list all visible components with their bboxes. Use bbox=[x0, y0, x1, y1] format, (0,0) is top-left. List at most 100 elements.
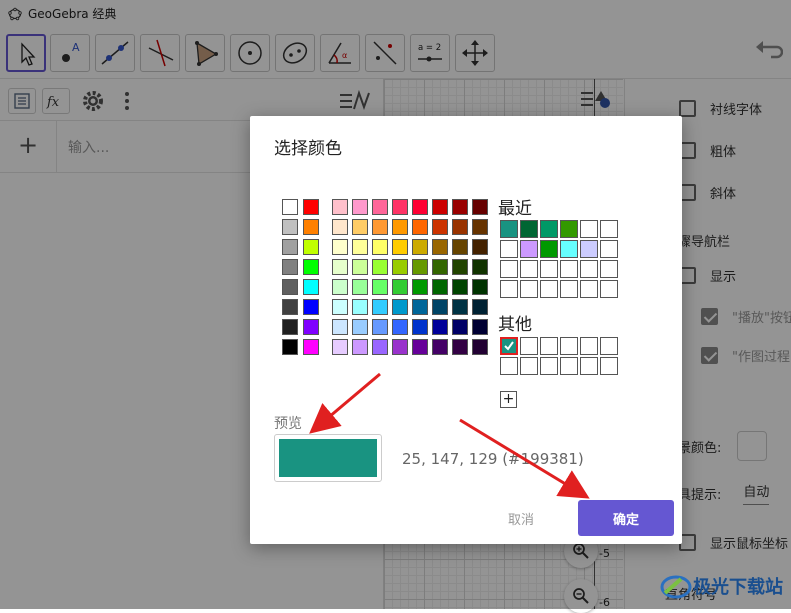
recent-color-cell[interactable] bbox=[600, 240, 618, 258]
color-swatch[interactable] bbox=[412, 199, 428, 215]
color-swatch[interactable] bbox=[452, 339, 468, 355]
color-swatch[interactable] bbox=[412, 259, 428, 275]
color-swatch[interactable] bbox=[372, 299, 388, 315]
color-swatch[interactable] bbox=[372, 239, 388, 255]
color-swatch[interactable] bbox=[352, 299, 368, 315]
color-swatch[interactable] bbox=[282, 299, 298, 315]
recent-color-cell[interactable] bbox=[560, 260, 578, 278]
color-swatch[interactable] bbox=[392, 299, 408, 315]
recent-color-cell[interactable] bbox=[560, 240, 578, 258]
color-swatch[interactable] bbox=[332, 199, 348, 215]
recent-color-cell[interactable] bbox=[600, 260, 618, 278]
color-swatch[interactable] bbox=[332, 219, 348, 235]
add-custom-color-button[interactable]: + bbox=[500, 391, 517, 408]
color-swatch[interactable] bbox=[472, 219, 488, 235]
recent-color-cell[interactable] bbox=[540, 260, 558, 278]
ok-button[interactable]: 确定 bbox=[578, 500, 674, 536]
color-swatch[interactable] bbox=[392, 259, 408, 275]
color-swatch[interactable] bbox=[472, 299, 488, 315]
other-color-cell[interactable] bbox=[540, 337, 558, 355]
color-swatch[interactable] bbox=[332, 259, 348, 275]
recent-color-cell[interactable] bbox=[600, 220, 618, 238]
color-swatch[interactable] bbox=[412, 239, 428, 255]
other-color-cell[interactable] bbox=[600, 337, 618, 355]
color-swatch[interactable] bbox=[303, 199, 319, 215]
color-swatch[interactable] bbox=[432, 299, 448, 315]
other-color-cell[interactable] bbox=[540, 357, 558, 375]
color-swatch[interactable] bbox=[282, 279, 298, 295]
other-color-cell[interactable] bbox=[560, 337, 578, 355]
color-swatch[interactable] bbox=[332, 239, 348, 255]
color-swatch[interactable] bbox=[472, 239, 488, 255]
color-swatch[interactable] bbox=[432, 239, 448, 255]
color-swatch[interactable] bbox=[452, 219, 468, 235]
color-swatch[interactable] bbox=[352, 199, 368, 215]
recent-color-cell[interactable] bbox=[500, 260, 518, 278]
cancel-button[interactable]: 取消 bbox=[502, 508, 540, 529]
color-swatch[interactable] bbox=[372, 259, 388, 275]
color-swatch[interactable] bbox=[332, 299, 348, 315]
color-swatch[interactable] bbox=[432, 319, 448, 335]
color-swatch[interactable] bbox=[392, 339, 408, 355]
recent-color-cell[interactable] bbox=[500, 280, 518, 298]
color-swatch[interactable] bbox=[332, 339, 348, 355]
color-swatch[interactable] bbox=[392, 319, 408, 335]
color-swatch[interactable] bbox=[282, 339, 298, 355]
color-swatch[interactable] bbox=[412, 299, 428, 315]
recent-color-cell[interactable] bbox=[520, 280, 538, 298]
other-color-cell[interactable] bbox=[560, 357, 578, 375]
color-swatch[interactable] bbox=[452, 199, 468, 215]
color-swatch[interactable] bbox=[472, 319, 488, 335]
color-swatch[interactable] bbox=[372, 219, 388, 235]
other-color-cell[interactable] bbox=[500, 357, 518, 375]
other-color-cell[interactable] bbox=[580, 337, 598, 355]
color-swatch[interactable] bbox=[472, 259, 488, 275]
color-swatch[interactable] bbox=[472, 279, 488, 295]
color-swatch[interactable] bbox=[452, 239, 468, 255]
color-swatch[interactable] bbox=[352, 259, 368, 275]
color-swatch[interactable] bbox=[352, 279, 368, 295]
color-swatch[interactable] bbox=[352, 239, 368, 255]
color-swatch[interactable] bbox=[352, 219, 368, 235]
color-swatch[interactable] bbox=[452, 279, 468, 295]
color-swatch[interactable] bbox=[452, 259, 468, 275]
color-swatch[interactable] bbox=[282, 239, 298, 255]
recent-color-cell[interactable] bbox=[540, 280, 558, 298]
recent-color-cell[interactable] bbox=[560, 220, 578, 238]
recent-color-cell[interactable] bbox=[520, 260, 538, 278]
color-swatch[interactable] bbox=[372, 279, 388, 295]
color-swatch[interactable] bbox=[282, 319, 298, 335]
color-swatch[interactable] bbox=[303, 279, 319, 295]
color-swatch[interactable] bbox=[412, 219, 428, 235]
color-swatch[interactable] bbox=[432, 339, 448, 355]
color-swatch[interactable] bbox=[472, 339, 488, 355]
recent-color-cell[interactable] bbox=[520, 240, 538, 258]
color-swatch[interactable] bbox=[432, 199, 448, 215]
color-swatch[interactable] bbox=[392, 219, 408, 235]
recent-color-cell[interactable] bbox=[600, 280, 618, 298]
color-swatch[interactable] bbox=[412, 319, 428, 335]
recent-color-cell[interactable] bbox=[540, 240, 558, 258]
color-swatch[interactable] bbox=[282, 199, 298, 215]
recent-color-cell[interactable] bbox=[540, 220, 558, 238]
color-swatch[interactable] bbox=[352, 319, 368, 335]
other-color-cell[interactable] bbox=[600, 357, 618, 375]
color-swatch[interactable] bbox=[432, 259, 448, 275]
color-swatch[interactable] bbox=[303, 319, 319, 335]
color-swatch[interactable] bbox=[303, 259, 319, 275]
color-swatch[interactable] bbox=[432, 219, 448, 235]
other-color-cell[interactable] bbox=[520, 357, 538, 375]
recent-color-cell[interactable] bbox=[580, 240, 598, 258]
color-swatch[interactable] bbox=[392, 239, 408, 255]
other-color-cell[interactable] bbox=[580, 357, 598, 375]
color-swatch[interactable] bbox=[372, 199, 388, 215]
color-swatch[interactable] bbox=[332, 279, 348, 295]
recent-color-cell[interactable] bbox=[580, 260, 598, 278]
other-color-cell[interactable] bbox=[520, 337, 538, 355]
color-swatch[interactable] bbox=[392, 199, 408, 215]
selected-color-cell[interactable] bbox=[500, 337, 518, 355]
color-swatch[interactable] bbox=[432, 279, 448, 295]
color-swatch[interactable] bbox=[352, 339, 368, 355]
color-swatch[interactable] bbox=[452, 319, 468, 335]
color-swatch[interactable] bbox=[372, 319, 388, 335]
